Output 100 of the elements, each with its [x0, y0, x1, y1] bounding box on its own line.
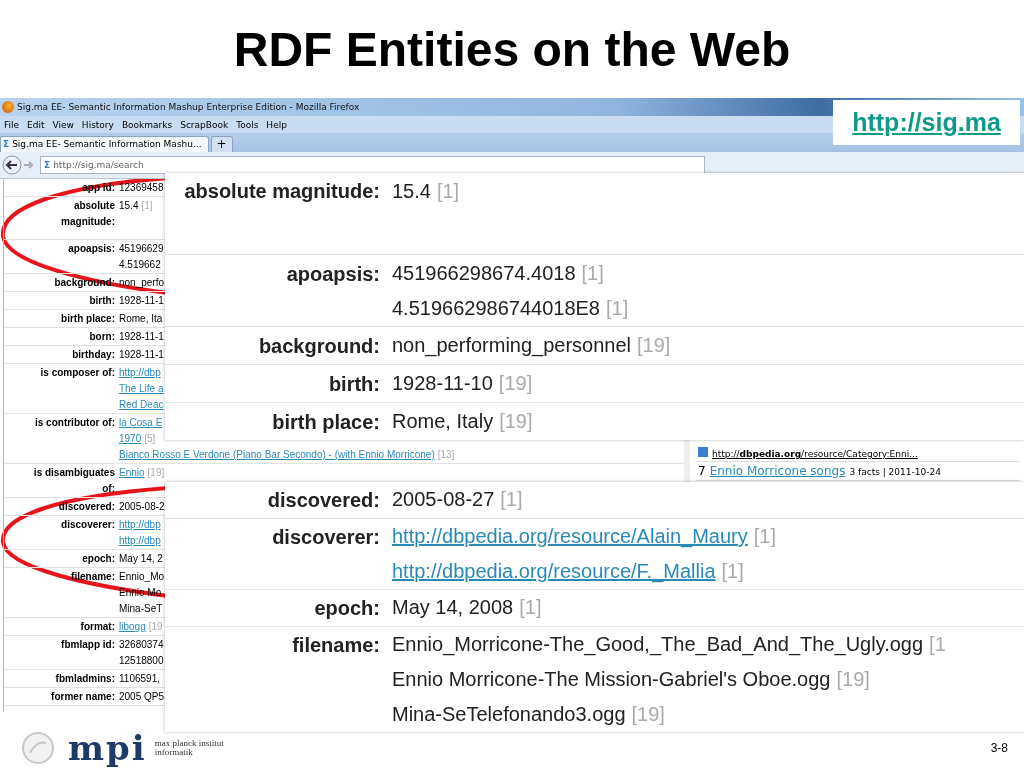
property-value: 451966298674.4018 [392, 261, 576, 286]
value-link[interactable]: Red Deac [119, 397, 164, 413]
source-count: [1] [500, 487, 523, 512]
new-tab-button[interactable]: + [210, 136, 233, 152]
property-label: format: [79, 620, 116, 634]
property-value: Mina-SeT [119, 602, 163, 616]
source-count: [19 [148, 620, 163, 634]
property-label: epoch: [81, 552, 116, 566]
value-link[interactable]: Bianco Rosso E Verdone (Piano Bar Secondo) - (with Ennio Morricone) [119, 447, 435, 463]
property-value: 15.4 [119, 199, 139, 213]
value-link[interactable]: http://dbpedia.org/resource/Alain_Maury [392, 519, 748, 554]
property-value: 15.4 [392, 179, 431, 204]
source-count: [1] [721, 559, 744, 584]
page-number: 3-8 [990, 741, 1008, 755]
property-label: discovered: [266, 488, 381, 513]
value-link[interactable]: http://dbp [119, 517, 161, 533]
property-label: birth place: [60, 312, 116, 326]
menu-item[interactable]: File [4, 119, 20, 130]
property-value: 1106591, [119, 672, 160, 686]
property-label: filename: [291, 633, 381, 658]
menu-item[interactable]: History [81, 119, 114, 130]
property-label: discoverer: [60, 518, 116, 532]
value-link[interactable]: http://dbp [119, 533, 161, 549]
property-value: May 14, 2008 [392, 595, 514, 620]
window-title: Sig.ma EE- Semantic Information Mashup Enterprise Edition - Mozilla Firefox [17, 102, 360, 112]
source-count: [1 [929, 632, 946, 657]
property-value: non_perfo [119, 276, 165, 290]
property-value: 4.519662 [119, 258, 161, 272]
property-label: birth: [88, 294, 116, 308]
property-value: May 14, 2 [119, 552, 163, 566]
property-label: birth place: [271, 410, 381, 435]
menu-item[interactable]: Edit [27, 119, 45, 130]
browser-tab[interactable]: Σ Sig.ma EE- Semantic Information Mashu... [0, 136, 209, 152]
property-label: absolute magnitude: [183, 179, 381, 204]
source-count: [19] [631, 702, 665, 727]
value-link[interactable]: la Cosa E [119, 415, 163, 431]
property-label: fbmlapp id: [60, 638, 116, 652]
source-count: [1] [753, 524, 776, 549]
result-count: 7 [698, 464, 706, 478]
result-link[interactable]: Ennio Morricone songs [709, 464, 846, 478]
menu-item[interactable]: Bookmarks [121, 119, 173, 130]
property-value: Ennio Morricone-The Mission-Gabriel's Oboe.ogg [392, 667, 831, 692]
property-value: Ennio_Mo [119, 570, 165, 584]
slide-title: RDF Entities on the Web [232, 21, 792, 78]
value-link[interactable]: http://dbp [119, 365, 161, 381]
browser-logo-icon [2, 101, 14, 113]
value-link[interactable]: libogg [119, 619, 146, 635]
source-link[interactable]: http://dbpedia.org/resource/Category:Enni... [712, 449, 918, 459]
menu-item[interactable]: Tools [236, 119, 259, 130]
property-label: birth: [327, 372, 381, 397]
property-label: background: [257, 334, 381, 359]
source-count: [13] [437, 448, 455, 462]
site-link[interactable]: http://sig.ma [852, 108, 1001, 137]
property-label: apoapsis: [285, 262, 381, 287]
property-value: Ennio_Morricone-The_Good,_The_Bad_And_The_Ugly.ogg [392, 632, 924, 658]
property-value: 2005 QP5 [119, 690, 165, 704]
property-label: birthday: [71, 348, 116, 362]
source-count: [19] [147, 466, 165, 480]
source-count: [1] [436, 179, 460, 204]
property-value: Mina-SeTelefonando3.ogg [392, 702, 626, 727]
source-count: [5] [144, 432, 156, 446]
menu-item[interactable]: View [52, 119, 74, 130]
source-count: [19] [498, 371, 533, 396]
back-forward-icon[interactable] [2, 155, 36, 175]
property-label: discovered: [57, 500, 116, 514]
source-count: [19] [836, 667, 870, 692]
source-count: [1] [606, 296, 629, 321]
property-value: 45196629 [119, 242, 164, 256]
value-link[interactable]: Ennio [119, 465, 145, 481]
property-label: discoverer: [271, 525, 381, 550]
property-label: fbmladmins: [54, 672, 116, 686]
source-icon [698, 447, 708, 457]
source-count: [19] [499, 409, 533, 434]
property-label: is contributor of: [34, 416, 116, 430]
value-link[interactable]: http://dbpedia.org/resource/F._Mallia [392, 554, 716, 589]
property-value: 2005-08-27 [392, 487, 495, 512]
property-value: 2005-08-2 [119, 500, 165, 514]
property-label: is composer of: [39, 366, 116, 380]
property-value: 12369458 [119, 181, 164, 195]
property-label: is disambiguates of: [32, 466, 116, 496]
logo-text: max planck institut [154, 739, 224, 748]
property-value: 4.519662986744018E8 [392, 296, 600, 321]
result-meta: 3 facts | 2011-10-24 [849, 467, 941, 477]
value-link[interactable]: 1970 [119, 431, 142, 447]
source-count: [19] [637, 333, 671, 358]
property-value: 1928-11-10 [392, 371, 493, 396]
property-value: Rome, Ita [119, 312, 163, 326]
property-value: Rome, Italy [392, 409, 494, 434]
property-label: apoapsis: [67, 242, 116, 256]
property-value: 1928-11-1 [119, 348, 164, 362]
menu-item[interactable]: Help [266, 119, 287, 130]
menu-item[interactable]: ScrapBook [180, 119, 229, 130]
address-bar[interactable]: Σ http://sig.ma/search [40, 156, 705, 174]
source-count: [1] [519, 595, 542, 620]
logo-text: informatik [154, 748, 193, 757]
value-link[interactable]: The Life a [119, 381, 164, 397]
logo-mark: mpi [68, 728, 147, 768]
source-count: [1] [141, 199, 153, 213]
property-label: former name: [50, 690, 116, 704]
property-label: epoch: [313, 596, 381, 621]
